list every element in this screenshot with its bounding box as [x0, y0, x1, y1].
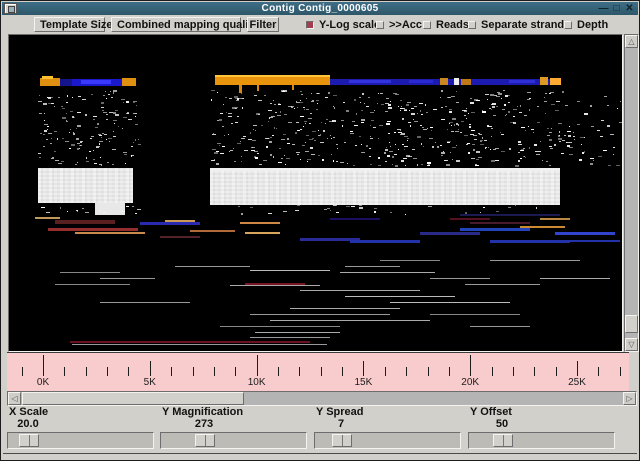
window-menu-icon[interactable]: [4, 3, 17, 14]
window-title: Contig Contig_0000605: [2, 2, 638, 15]
y-offset-slider[interactable]: [468, 432, 615, 449]
template-size-menu[interactable]: Template Size: [34, 17, 105, 32]
mapping-quality-menu[interactable]: Combined mapping quality: [111, 17, 241, 32]
checkbox-indicator[interactable]: [376, 21, 384, 29]
ruler-canvas[interactable]: 0K 5K 10K 15K 20K 25K: [7, 352, 629, 391]
checkbox-depth[interactable]: Depth: [564, 17, 608, 32]
vertical-scrollbar-thumb[interactable]: [625, 315, 638, 333]
checkbox-indicator[interactable]: [306, 21, 314, 29]
app-window: Contig Contig_0000605 — □ ✕ Template Siz…: [0, 0, 640, 461]
y-offset-control: Y Offset 50: [468, 405, 615, 451]
ruler-tick-label: 5K: [144, 377, 156, 388]
vertical-scrollbar[interactable]: △ ▽: [624, 34, 639, 352]
checkbox-separate-strands[interactable]: Separate strands: [468, 17, 570, 32]
x-scale-value: 20.0: [17, 418, 38, 430]
scroll-right-icon[interactable]: ▷: [623, 392, 636, 405]
slider-thumb[interactable]: [195, 434, 215, 447]
y-spread-control: Y Spread 7: [314, 405, 461, 451]
ruler-tick-label: 0K: [37, 377, 49, 388]
y-offset-label: Y Offset: [470, 406, 512, 418]
filter-button[interactable]: Filter: [247, 17, 279, 32]
content-bottom-edge: [3, 453, 637, 454]
x-scale-control: X Scale 20.0: [7, 405, 154, 451]
slider-thumb[interactable]: [19, 434, 39, 447]
slider-thumb[interactable]: [493, 434, 513, 447]
canvas-frame: [8, 34, 623, 352]
ruler-tick-label: 15K: [354, 377, 372, 388]
x-scale-slider[interactable]: [7, 432, 154, 449]
horizontal-scrollbar[interactable]: ◁ ▷: [7, 391, 637, 406]
mapping-quality-label: Combined mapping quality: [117, 19, 258, 31]
y-spread-slider[interactable]: [314, 432, 461, 449]
ruler-tick-label: 25K: [568, 377, 586, 388]
x-scale-label: X Scale: [9, 406, 48, 418]
template-size-label: Template Size: [40, 19, 113, 31]
ruler-tick-label: 20K: [461, 377, 479, 388]
horizontal-scrollbar-thumb[interactable]: [22, 392, 244, 405]
checkbox-indicator[interactable]: [468, 21, 476, 29]
y-magnification-control: Y Magnification 273: [160, 405, 307, 451]
minimize-icon[interactable]: —: [598, 3, 609, 14]
checkbox-indicator[interactable]: [423, 21, 431, 29]
checkbox-acc[interactable]: >>Acc: [376, 17, 422, 32]
checkbox-y-log-scale[interactable]: Y-Log scale: [306, 17, 380, 32]
y-magnification-label: Y Magnification: [162, 406, 243, 418]
y-offset-value: 50: [496, 418, 508, 430]
title-bar[interactable]: Contig Contig_0000605 — □ ✕: [2, 2, 638, 15]
y-spread-label: Y Spread: [316, 406, 364, 418]
slider-thumb[interactable]: [332, 434, 352, 447]
checkbox-indicator[interactable]: [564, 21, 572, 29]
ruler-tick-label: 10K: [248, 377, 266, 388]
maximize-icon[interactable]: □: [611, 3, 622, 14]
y-magnification-slider[interactable]: [160, 432, 307, 449]
template-canvas[interactable]: [9, 35, 622, 351]
y-spread-value: 7: [338, 418, 344, 430]
checkbox-reads[interactable]: Reads: [423, 17, 469, 32]
y-magnification-value: 273: [195, 418, 213, 430]
scroll-down-icon[interactable]: ▽: [625, 338, 638, 351]
close-icon[interactable]: ✕: [624, 3, 635, 14]
scroll-up-icon[interactable]: △: [625, 35, 638, 48]
scroll-left-icon[interactable]: ◁: [8, 392, 21, 405]
